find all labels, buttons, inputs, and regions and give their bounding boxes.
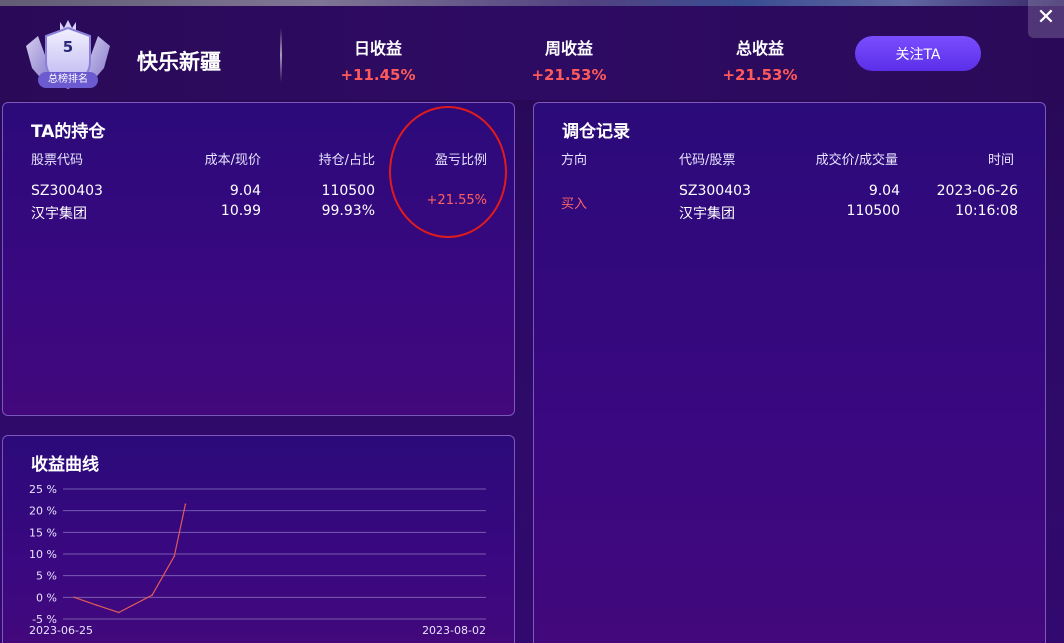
holding-ratio: 99.93% xyxy=(321,203,375,219)
record-time: 10:16:08 xyxy=(955,203,1018,219)
holdings-title: TA的持仓 xyxy=(31,122,106,142)
curve-panel: 收益曲线 -5 % 0 % 5 % 10 % 15 % 20 % 25 % 2023-06-2… xyxy=(2,435,515,643)
holding-code: SZ300403 xyxy=(31,183,103,199)
stat-weekly-label: 周收益 xyxy=(544,39,593,58)
chart-point xyxy=(73,596,75,599)
record-date: 2023-06-26 xyxy=(936,183,1018,199)
records-col-price: 成交价/成交量 xyxy=(815,153,898,168)
record-price: 9.04 xyxy=(868,183,900,199)
profit-curve-chart: -5 %0 %5 %10 %15 %20 %25 %2023-06-25 2023… xyxy=(29,483,486,637)
holding-cost: 9.04 xyxy=(229,183,261,199)
stock-profile-dialog: 5 总榜排名 快乐新疆 日收益 +11.45% 周收益 +21.53% 总收益 … xyxy=(0,0,1064,643)
record-name: 汉宇集团 xyxy=(679,206,735,222)
stat-total-label: 总收益 xyxy=(735,39,784,58)
follow-button[interactable]: 关注TA xyxy=(855,36,981,71)
chart-point xyxy=(173,555,176,557)
chart-x-tick-label: 2023-06-25 xyxy=(29,624,93,637)
records-title: 调仓记录 xyxy=(562,122,630,142)
username: 快乐新疆 xyxy=(137,50,221,74)
chart-x-tick-label: 2023-08-02 xyxy=(422,624,486,637)
profile-header: 5 总榜排名 快乐新疆 日收益 +11.45% 周收益 +21.53% 总收益 … xyxy=(0,6,1064,100)
stat-daily-label: 日收益 xyxy=(353,39,402,58)
rank-badge: 5 总榜排名 xyxy=(24,16,112,100)
records-panel: 调仓记录 方向 代码/股票 成交价/成交量 时间 买入 SZ300403 汉宇集… xyxy=(533,102,1046,643)
close-icon[interactable]: ✕ xyxy=(1028,0,1064,38)
chart-y-tick-label: 20 % xyxy=(29,505,57,518)
holding-name: 汉宇集团 xyxy=(31,206,87,222)
chart-point xyxy=(117,611,120,614)
records-col-time: 时间 xyxy=(987,153,1014,168)
rank-label: 总榜排名 xyxy=(38,72,98,88)
chart-series-line xyxy=(73,504,186,614)
rank-number: 5 xyxy=(62,38,74,56)
chart-y-tick-label: 10 % xyxy=(29,548,57,561)
chart-point xyxy=(184,503,187,505)
holdings-col-position: 持仓/占比 xyxy=(318,153,375,168)
records-col-code: 代码/股票 xyxy=(679,153,736,168)
stat-weekly: 周收益 +21.53% xyxy=(509,35,629,84)
annotation-circle xyxy=(389,106,507,238)
chart-point xyxy=(151,594,153,596)
stat-daily: 日收益 +11.45% xyxy=(318,35,438,84)
stat-total: 总收益 +21.53% xyxy=(700,35,820,84)
stat-total-value: +21.53% xyxy=(722,66,798,84)
holding-position: 110500 xyxy=(321,183,375,199)
header-divider xyxy=(280,28,282,82)
holdings-col-cost: 成本/现价 xyxy=(204,153,261,168)
chart-y-tick-label: 5 % xyxy=(36,570,57,583)
stat-weekly-value: +21.53% xyxy=(531,66,607,84)
record-volume: 110500 xyxy=(846,203,900,219)
chart-y-tick-label: 0 % xyxy=(36,591,57,604)
holding-price: 10.99 xyxy=(220,203,261,219)
chart-point xyxy=(162,574,164,577)
chart-y-tick-label: 15 % xyxy=(29,526,57,539)
record-direction: 买入 xyxy=(561,197,588,212)
record-code: SZ300403 xyxy=(679,183,751,199)
chart-point xyxy=(95,604,98,606)
holdings-col-code: 股票代码 xyxy=(31,153,84,168)
stat-daily-value: +11.45% xyxy=(340,66,416,84)
chart-y-tick-label: 25 % xyxy=(29,483,57,496)
records-col-direction: 方向 xyxy=(561,153,588,168)
